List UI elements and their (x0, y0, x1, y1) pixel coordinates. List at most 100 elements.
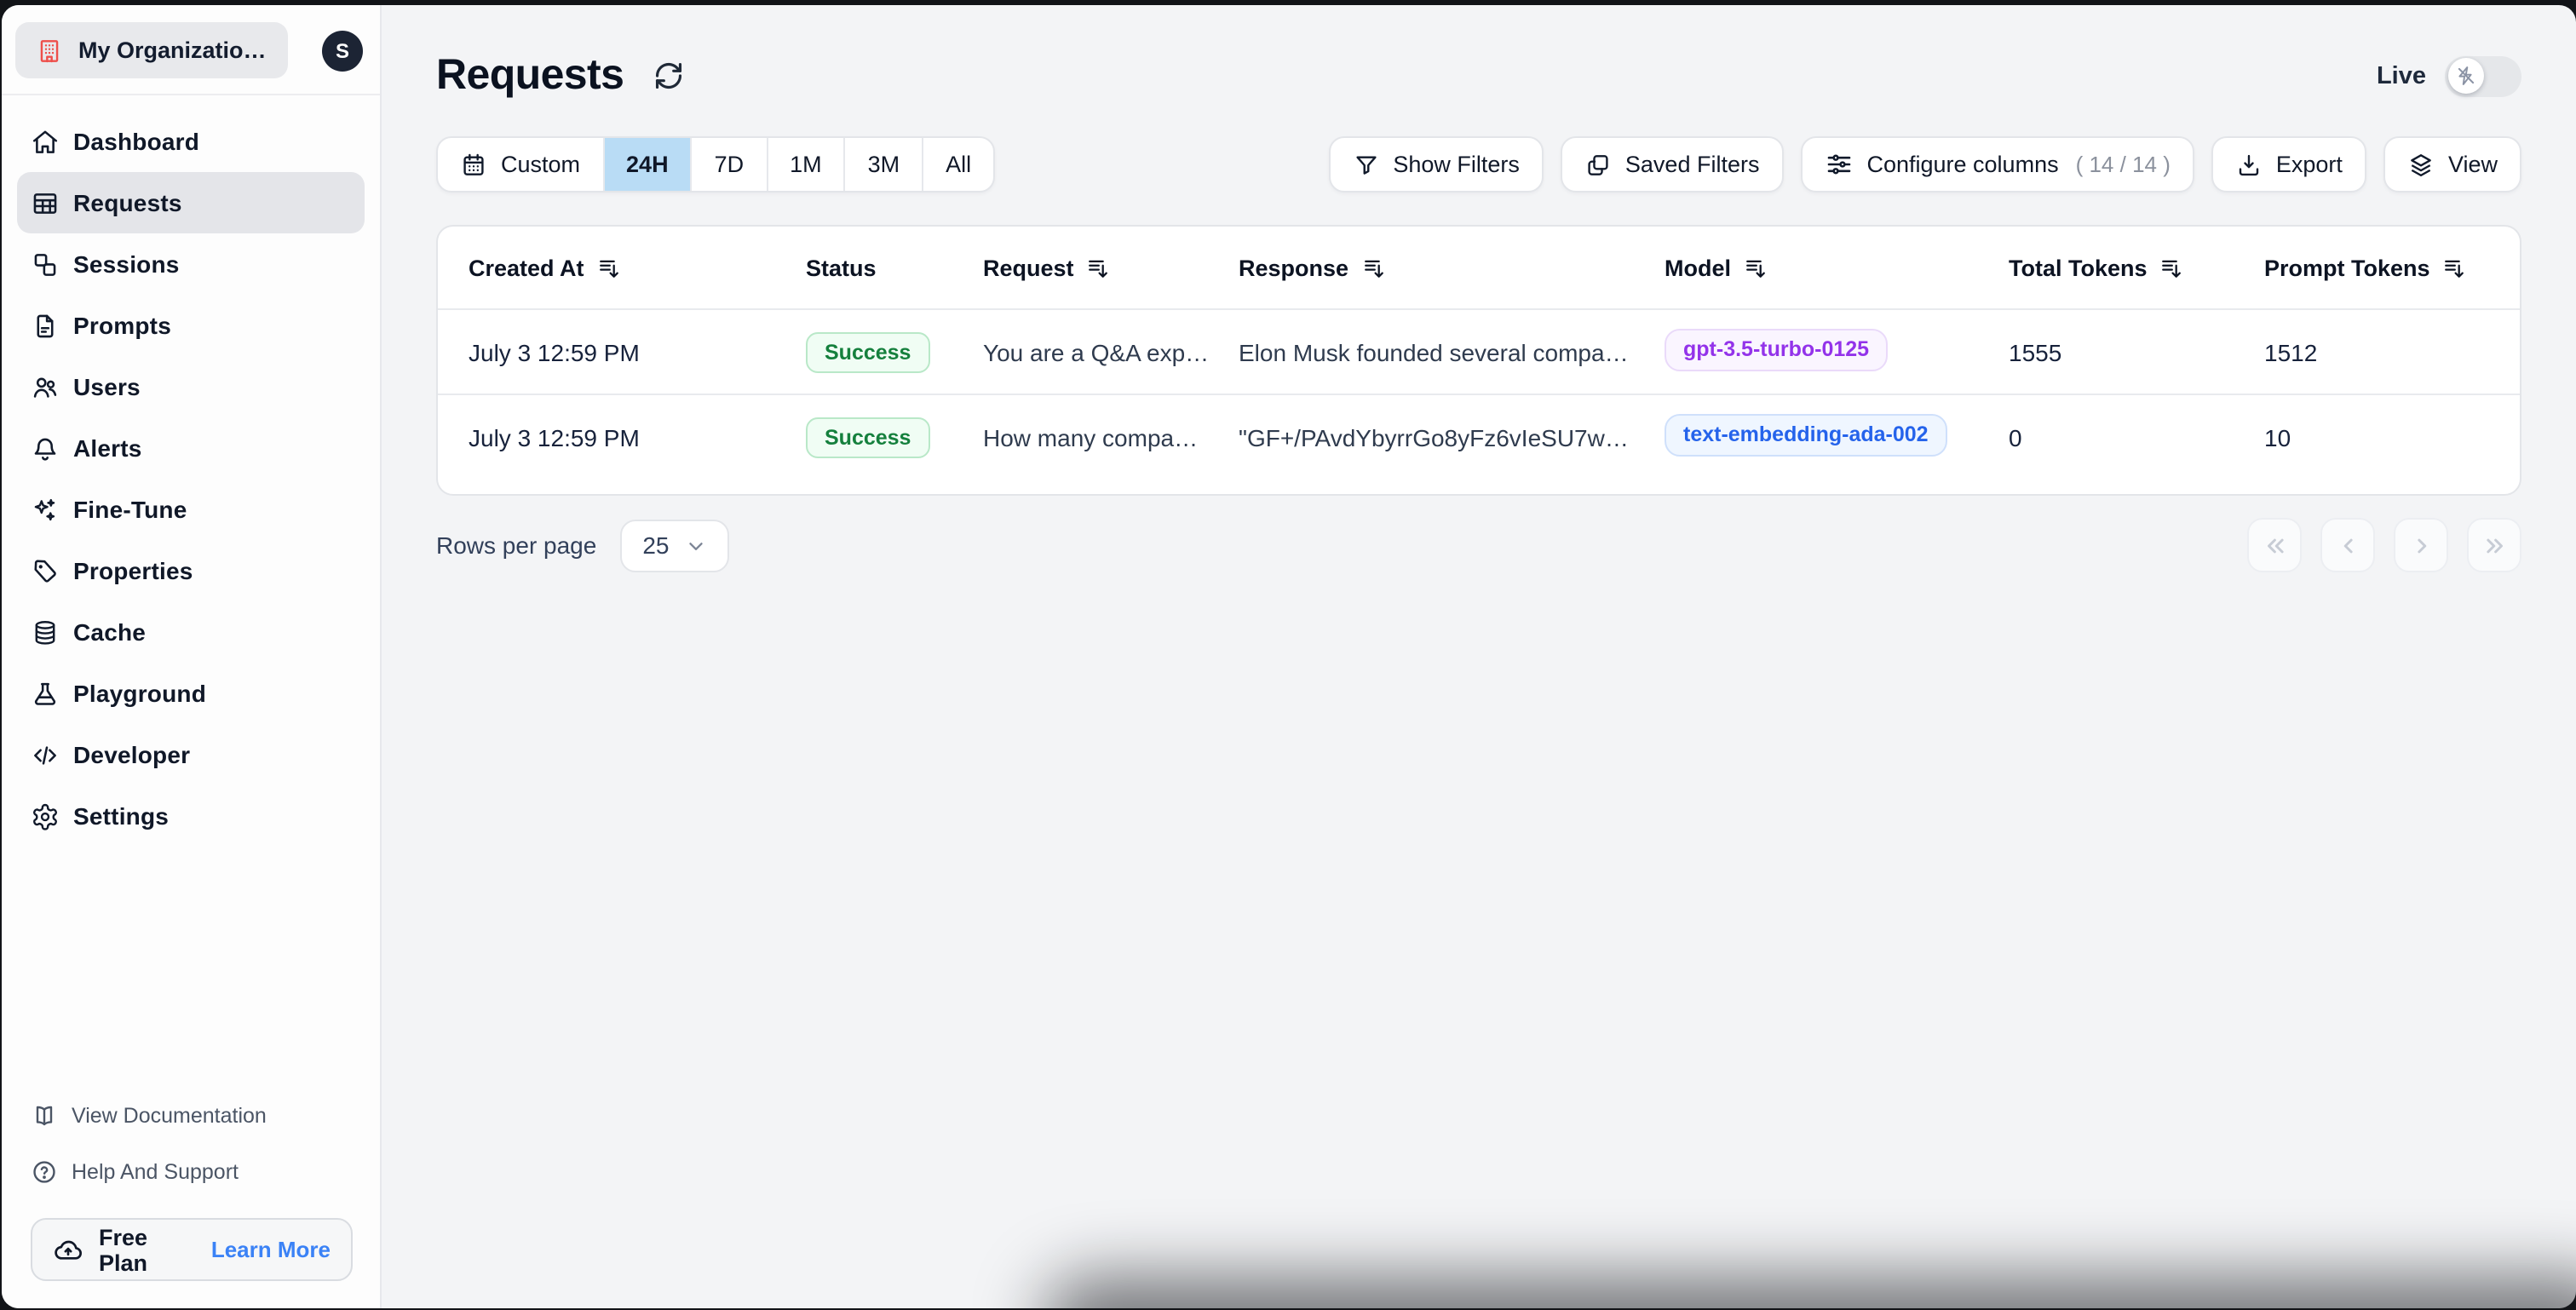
rows-per-page-value: 25 (642, 531, 670, 559)
time-range-all[interactable]: All (923, 138, 993, 191)
cell-created-at: July 3 12:59 PM (469, 338, 640, 365)
time-range-7d[interactable]: 7D (693, 138, 768, 191)
time-range-3m[interactable]: 3M (846, 138, 924, 191)
view-button[interactable]: View (2383, 136, 2521, 192)
sidebar-item-label: Requests (73, 189, 182, 216)
users-icon (31, 372, 60, 401)
show-filters-label: Show Filters (1393, 152, 1520, 177)
sidebar-item-sessions[interactable]: Sessions (17, 233, 365, 295)
refresh-icon[interactable] (653, 60, 685, 92)
sort-icon (1088, 256, 1110, 279)
view-label: View (2447, 152, 2498, 177)
configure-columns-label: Configure columns (1866, 152, 2059, 177)
column-header-prompt-tokens[interactable]: Prompt Tokens (2234, 255, 2520, 280)
sidebar-footer: View Documentation Help And Support Free… (2, 1089, 380, 1308)
sidebar-item-cache[interactable]: Cache (17, 601, 365, 663)
column-header-status[interactable]: Status (775, 255, 952, 280)
pagination: Rows per page 25 (436, 518, 2521, 572)
sidebar-item-label: Playground (73, 680, 207, 707)
sidebar-item-playground[interactable]: Playground (17, 663, 365, 724)
footer-link-label: View Documentation (72, 1103, 267, 1127)
sidebar-item-prompts[interactable]: Prompts (17, 295, 365, 356)
sidebar-item-fine-tune[interactable]: Fine-Tune (17, 479, 365, 540)
database-icon (31, 618, 60, 646)
sliders-icon (1824, 150, 1853, 179)
question-circle-icon (31, 1158, 58, 1185)
sort-icon (1362, 256, 1384, 279)
time-range-custom[interactable]: Custom (438, 138, 605, 191)
org-name: My Organizatio… (78, 37, 267, 63)
table-header-row: Created At Status Request Response Model… (438, 227, 2520, 308)
sidebar-item-settings[interactable]: Settings (17, 785, 365, 847)
sidebar-item-users[interactable]: Users (17, 356, 365, 417)
first-page-button[interactable] (2247, 518, 2302, 572)
status-badge: Success (806, 331, 930, 372)
sessions-icon (31, 250, 60, 279)
learn-more-link[interactable]: Learn More (211, 1237, 331, 1262)
plan-box: Free Plan Learn More (31, 1218, 353, 1281)
sidebar-item-label: Properties (73, 557, 193, 584)
sparkles-icon (31, 495, 60, 524)
model-badge: gpt-3.5-turbo-0125 (1665, 328, 1889, 371)
sort-icon (598, 256, 620, 279)
help-and-support-link[interactable]: Help And Support (17, 1145, 365, 1198)
sidebar-item-requests[interactable]: Requests (17, 172, 365, 233)
book-open-icon (31, 1101, 58, 1129)
time-range-1m[interactable]: 1M (768, 138, 846, 191)
export-button[interactable]: Export (2211, 136, 2366, 192)
chevron-right-icon (2417, 537, 2426, 553)
toolbar: Custom 24H 7D 1M 3M All Show Filters Sav… (436, 136, 2521, 192)
plan-name: Free Plan (99, 1224, 148, 1275)
org-header: My Organizatio… S (2, 5, 380, 95)
sidebar-item-label: Developer (73, 741, 191, 768)
rows-per-page-select[interactable]: 25 (620, 519, 729, 572)
sidebar-item-label: Dashboard (73, 128, 200, 155)
app-window: My Organizatio… S Dashboard Requests Ses… (2, 5, 2576, 1308)
column-label: Created At (469, 255, 584, 280)
user-avatar[interactable]: S (322, 30, 363, 71)
view-documentation-link[interactable]: View Documentation (17, 1089, 365, 1141)
next-page-button[interactable] (2394, 518, 2448, 572)
column-header-total-tokens[interactable]: Total Tokens (1978, 255, 2234, 280)
column-header-created-at[interactable]: Created At (438, 255, 775, 280)
org-switcher[interactable]: My Organizatio… (15, 22, 288, 78)
table-icon (31, 188, 60, 217)
sidebar-item-properties[interactable]: Properties (17, 540, 365, 601)
prev-page-button[interactable] (2320, 518, 2375, 572)
time-range-control: Custom 24H 7D 1M 3M All (436, 136, 996, 192)
live-toggle[interactable] (2445, 55, 2521, 96)
cell-response: "GF+/PAvdYbyrrGo8yFz6vIeSU7w… (1239, 423, 1629, 451)
layers-icon (2407, 151, 2435, 178)
sidebar-item-label: Cache (73, 618, 147, 646)
sidebar-item-alerts[interactable]: Alerts (17, 417, 365, 479)
cell-created-at: July 3 12:59 PM (469, 423, 640, 451)
sidebar-item-dashboard[interactable]: Dashboard (17, 111, 365, 172)
status-badge: Success (806, 417, 930, 457)
page-title: Requests (436, 51, 624, 99)
cell-prompt-tokens: 10 (2264, 423, 2291, 451)
sidebar-item-label: Prompts (73, 312, 171, 339)
column-header-request[interactable]: Request (952, 255, 1208, 280)
requests-table: Created At Status Request Response Model… (436, 225, 2521, 496)
time-range-24h[interactable]: 24H (604, 138, 693, 191)
column-header-response[interactable]: Response (1208, 255, 1634, 280)
pager-buttons (2247, 518, 2521, 572)
cell-status: Success (775, 331, 952, 372)
last-page-button[interactable] (2467, 518, 2521, 572)
sort-icon (2161, 256, 2183, 279)
cell-total-tokens: 0 (2009, 423, 2022, 451)
column-label: Model (1665, 255, 1731, 280)
table-row[interactable]: July 3 12:59 PM Success You are a Q&A ex… (438, 308, 2520, 394)
cell-prompt-tokens: 1512 (2264, 338, 2318, 365)
live-label: Live (2376, 62, 2426, 89)
show-filters-button[interactable]: Show Filters (1328, 136, 1544, 192)
sidebar-item-developer[interactable]: Developer (17, 724, 365, 785)
configure-columns-button[interactable]: Configure columns ( 14 / 14 ) (1800, 136, 2194, 192)
cell-status: Success (775, 417, 952, 457)
saved-filters-button[interactable]: Saved Filters (1560, 136, 1784, 192)
table-row[interactable]: July 3 12:59 PM Success How many compa… … (438, 394, 2520, 479)
live-control: Live (2377, 55, 2521, 96)
column-header-model[interactable]: Model (1634, 255, 1978, 280)
page-header: Requests Live (436, 51, 2521, 101)
